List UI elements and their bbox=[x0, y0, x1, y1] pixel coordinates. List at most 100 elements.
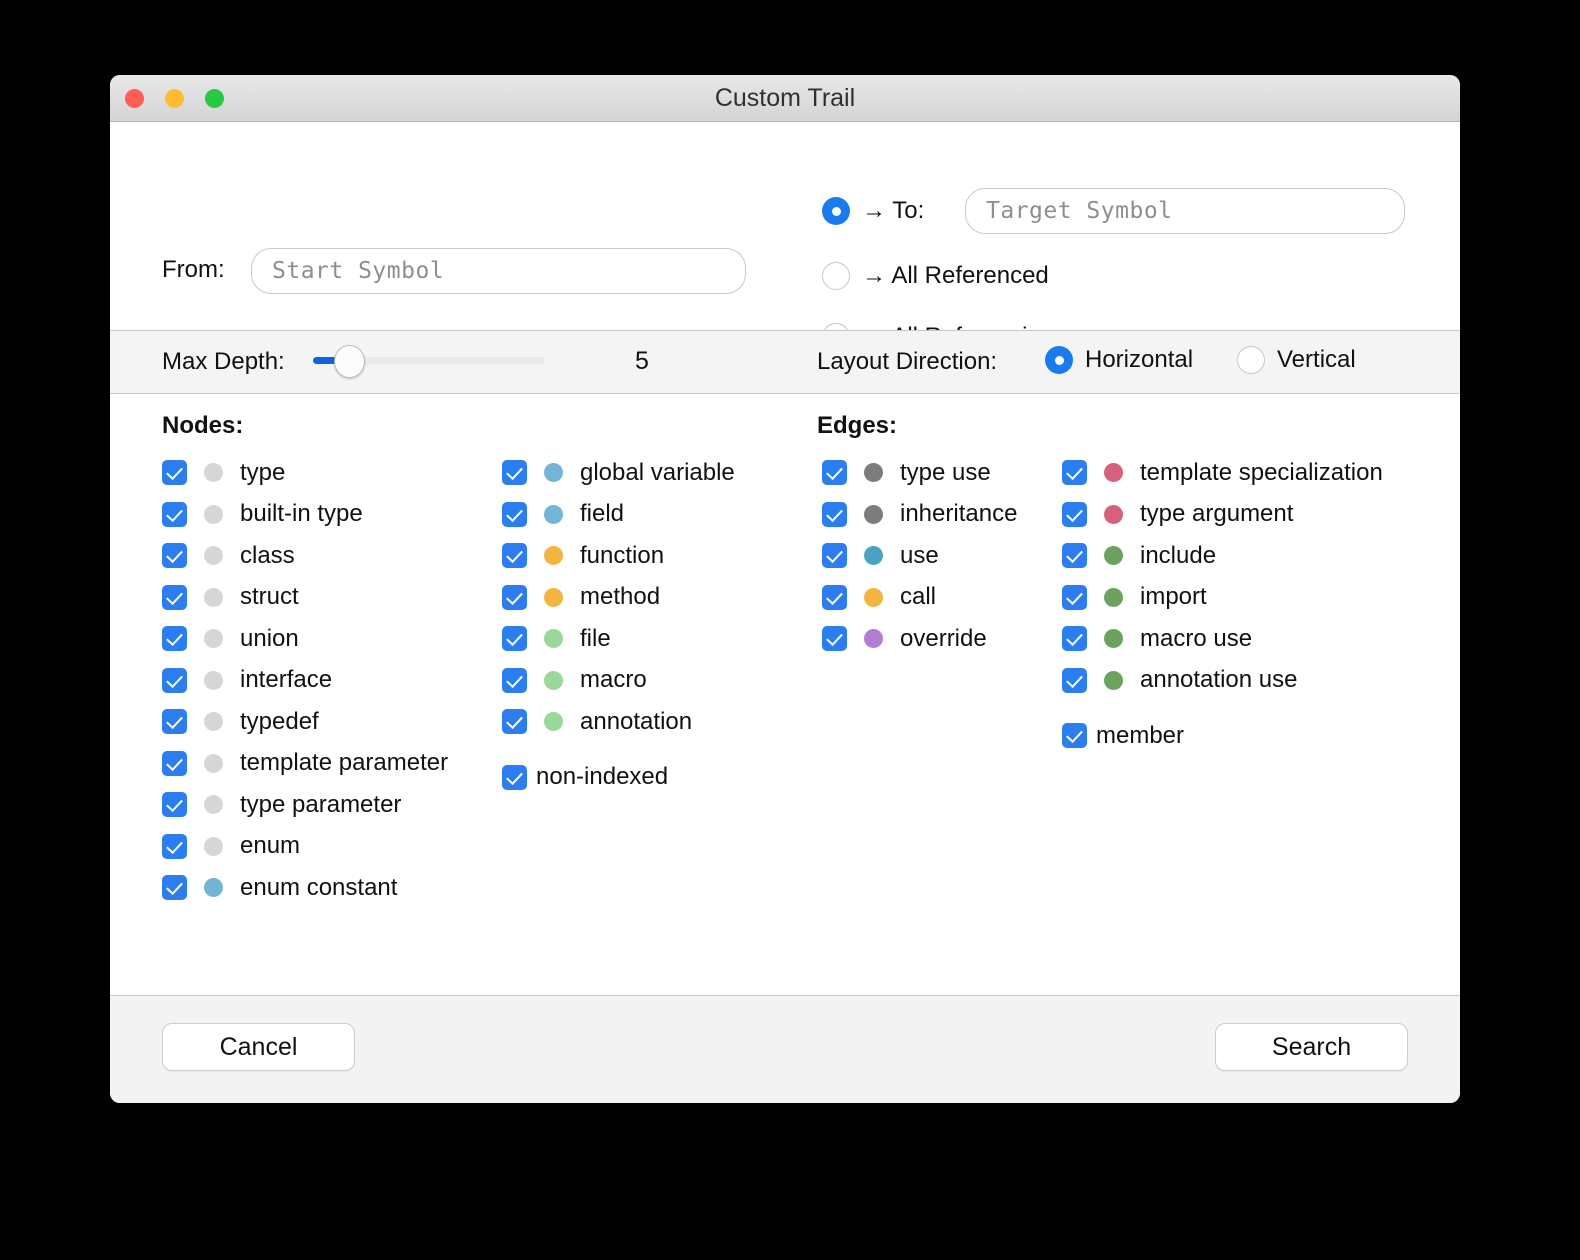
edge-filter-checkbox[interactable] bbox=[822, 460, 847, 486]
radio-to-indicator[interactable] bbox=[822, 197, 850, 225]
node-filter-checkbox[interactable] bbox=[502, 667, 527, 693]
node-filter-checkbox[interactable] bbox=[162, 833, 187, 859]
node-filter-checkbox[interactable] bbox=[502, 709, 527, 735]
radio-to[interactable]: → To: bbox=[822, 197, 924, 225]
node-filter-checkbox[interactable] bbox=[502, 501, 527, 527]
edge-filter-checkbox[interactable] bbox=[1062, 501, 1087, 527]
node-filter-label: template parameter bbox=[240, 749, 449, 777]
radio-layout-vertical[interactable]: Vertical bbox=[1237, 346, 1356, 374]
node-filter-row[interactable]: field bbox=[502, 494, 735, 536]
edge-filter-checkbox[interactable] bbox=[822, 501, 847, 527]
edge-filter-checkbox[interactable] bbox=[1062, 626, 1087, 652]
edge-filter-checkbox[interactable] bbox=[1062, 543, 1087, 569]
max-depth-slider[interactable] bbox=[313, 345, 545, 378]
node-filter-checkbox[interactable] bbox=[502, 543, 527, 569]
node-filter-checkbox[interactable] bbox=[162, 543, 187, 569]
radio-layout-horizontal-indicator[interactable] bbox=[1045, 346, 1073, 374]
edge-filter-checkbox[interactable] bbox=[1062, 667, 1087, 693]
edges-column-1: type use inheritance use call override bbox=[822, 452, 1017, 660]
slider-thumb[interactable] bbox=[334, 345, 365, 378]
node-filter-checkbox[interactable] bbox=[162, 709, 187, 735]
node-filter-row[interactable]: annotation bbox=[502, 701, 735, 743]
node-filter-checkbox[interactable] bbox=[502, 764, 527, 790]
target-symbol-input[interactable]: Target Symbol bbox=[965, 188, 1405, 234]
node-filter-row[interactable]: interface bbox=[162, 660, 448, 702]
filters-section: Nodes: Edges: type built-in type class stru… bbox=[110, 394, 1460, 1103]
cancel-button[interactable]: Cancel bbox=[162, 1023, 355, 1071]
node-filter-checkbox[interactable] bbox=[162, 584, 187, 610]
node-filter-row[interactable]: file bbox=[502, 618, 735, 660]
node-filter-checkbox[interactable] bbox=[162, 501, 187, 527]
edge-filter-row[interactable]: import bbox=[1062, 577, 1383, 619]
radio-layout-horizontal[interactable]: Horizontal bbox=[1045, 346, 1193, 374]
node-filter-checkbox[interactable] bbox=[162, 667, 187, 693]
start-symbol-input[interactable]: Start Symbol bbox=[251, 248, 746, 294]
edge-filter-label: import bbox=[1140, 583, 1207, 611]
edge-filter-row[interactable]: annotation use bbox=[1062, 660, 1383, 702]
edge-filter-color-dot-icon bbox=[864, 546, 883, 566]
node-filter-color-dot-icon bbox=[204, 795, 223, 815]
node-filter-checkbox[interactable] bbox=[162, 875, 187, 901]
radio-layout-vertical-indicator[interactable] bbox=[1237, 346, 1265, 374]
node-filter-label: enum bbox=[240, 832, 301, 860]
edge-filter-row[interactable]: type use bbox=[822, 452, 1017, 494]
edge-filter-checkbox[interactable] bbox=[822, 584, 847, 610]
node-filter-color-dot-icon bbox=[544, 504, 563, 524]
edge-filter-checkbox[interactable] bbox=[822, 543, 847, 569]
node-filter-row[interactable]: macro bbox=[502, 660, 735, 702]
target-symbol-placeholder: Target Symbol bbox=[986, 198, 1173, 224]
node-filter-row[interactable]: type bbox=[162, 452, 448, 494]
radio-all-referenced[interactable]: → All Referenced bbox=[822, 262, 1049, 290]
edge-filter-checkbox[interactable] bbox=[1062, 723, 1087, 749]
node-filter-row[interactable]: typedef bbox=[162, 701, 448, 743]
edge-filter-label: macro use bbox=[1140, 624, 1253, 652]
title-bar: Custom Trail bbox=[110, 75, 1460, 122]
node-filter-checkbox[interactable] bbox=[162, 626, 187, 652]
node-filter-checkbox[interactable] bbox=[502, 460, 527, 486]
edge-filter-row[interactable]: use bbox=[822, 535, 1017, 577]
node-filter-label: type bbox=[240, 458, 286, 486]
node-filter-row[interactable]: built-in type bbox=[162, 494, 448, 536]
search-button[interactable]: Search bbox=[1215, 1023, 1408, 1071]
radio-all-referenced-indicator[interactable] bbox=[822, 262, 850, 290]
node-filter-row[interactable]: enum bbox=[162, 826, 448, 868]
node-filter-row[interactable]: enum constant bbox=[162, 867, 448, 909]
edge-filter-color-dot-icon bbox=[864, 463, 883, 483]
node-filter-checkbox[interactable] bbox=[502, 626, 527, 652]
edge-filter-row[interactable]: call bbox=[822, 577, 1017, 619]
node-filter-color-dot-icon bbox=[204, 670, 223, 690]
node-filter-color-dot-icon bbox=[204, 836, 223, 856]
edge-filter-row[interactable]: override bbox=[822, 618, 1017, 660]
node-filter-row[interactable]: template parameter bbox=[162, 743, 448, 785]
node-filter-row[interactable]: method bbox=[502, 577, 735, 619]
nodes-column-1: type built-in type class struct union interfa… bbox=[162, 452, 448, 909]
edge-filter-label: inheritance bbox=[900, 500, 1018, 528]
node-filter-row[interactable]: global variable bbox=[502, 452, 735, 494]
edge-filter-checkbox[interactable] bbox=[822, 626, 847, 652]
edge-filter-row[interactable]: inheritance bbox=[822, 494, 1017, 536]
edge-filter-checkbox[interactable] bbox=[1062, 460, 1087, 486]
node-filter-row[interactable]: function bbox=[502, 535, 735, 577]
node-filter-row[interactable]: type parameter bbox=[162, 784, 448, 826]
node-filter-label: built-in type bbox=[240, 500, 363, 528]
edge-filter-color-dot-icon bbox=[1104, 504, 1123, 524]
edge-filter-color-dot-icon bbox=[1104, 629, 1123, 649]
node-filter-row[interactable]: class bbox=[162, 535, 448, 577]
edge-filter-color-dot-icon bbox=[1104, 463, 1123, 483]
node-filter-checkbox[interactable] bbox=[162, 460, 187, 486]
node-filter-label: struct bbox=[240, 583, 299, 611]
nodes-column-2: global variable field function method file ma… bbox=[502, 452, 735, 798]
edge-filter-row[interactable]: macro use bbox=[1062, 618, 1383, 660]
edge-filter-row[interactable]: type argument bbox=[1062, 494, 1383, 536]
edge-filter-row[interactable]: template specialization bbox=[1062, 452, 1383, 494]
edge-filter-row[interactable]: member bbox=[1062, 715, 1383, 757]
node-filter-row[interactable]: struct bbox=[162, 577, 448, 619]
edge-filter-label: override bbox=[900, 624, 987, 652]
node-filter-checkbox[interactable] bbox=[162, 750, 187, 776]
node-filter-row[interactable]: non-indexed bbox=[502, 757, 735, 799]
node-filter-row[interactable]: union bbox=[162, 618, 448, 660]
edge-filter-row[interactable]: include bbox=[1062, 535, 1383, 577]
edge-filter-checkbox[interactable] bbox=[1062, 584, 1087, 610]
node-filter-checkbox[interactable] bbox=[162, 792, 187, 818]
node-filter-checkbox[interactable] bbox=[502, 584, 527, 610]
